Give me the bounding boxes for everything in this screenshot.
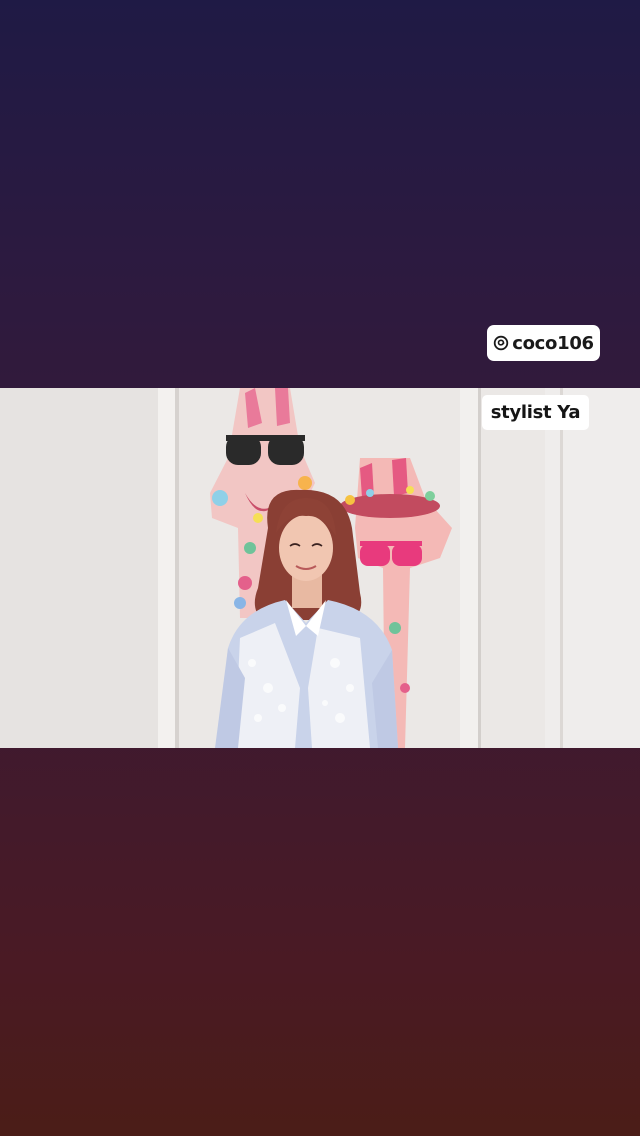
caption-text: stylist Ya [490, 402, 581, 423]
mention-sticker[interactable]: coco106 [487, 325, 600, 361]
story-photo [0, 388, 640, 748]
caption-sticker[interactable]: stylist Ya [482, 395, 589, 430]
threads-icon [493, 335, 509, 351]
mention-handle: coco106 [512, 332, 594, 354]
